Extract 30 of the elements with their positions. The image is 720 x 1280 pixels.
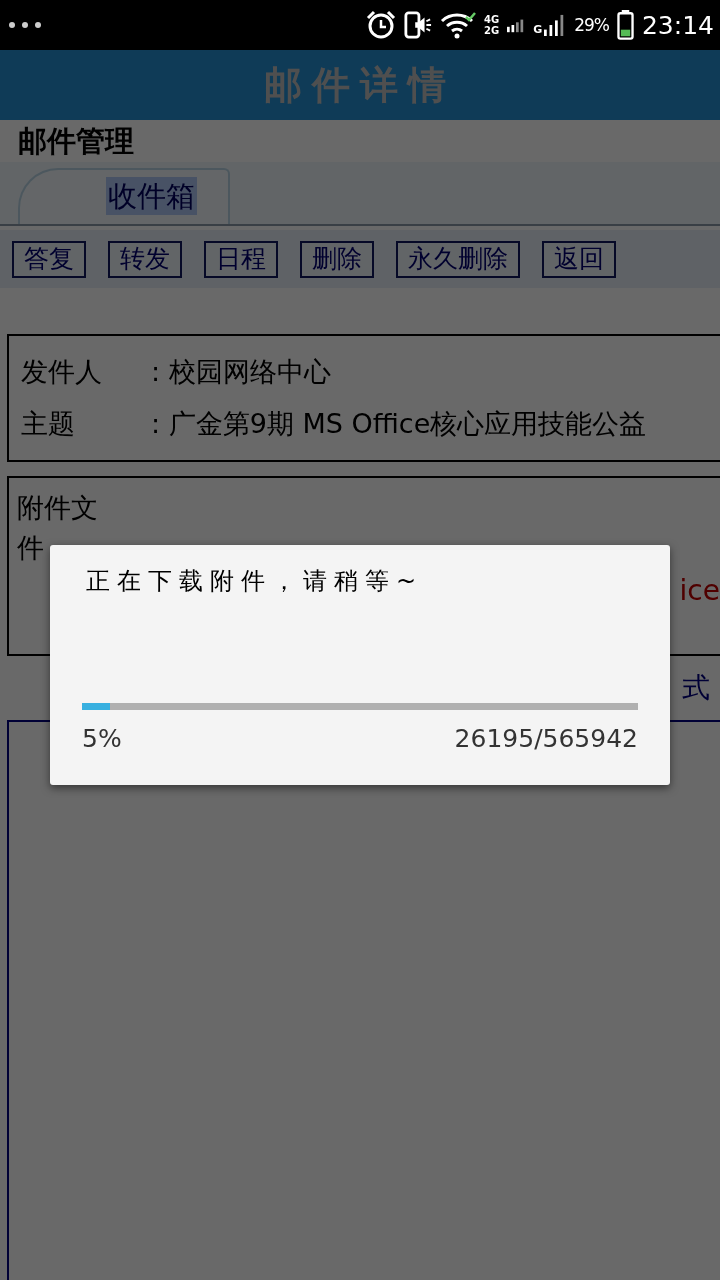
toolbar-button[interactable]: 永久删除 [396,240,520,278]
field-label: 主题 [21,407,76,441]
tab-label: 收件箱 [106,177,197,215]
field-value: : 广金第9期 MS Office核心应用技能公益 [151,407,647,441]
network-type-label: 4G [483,14,500,25]
toolbar-button[interactable]: 返回 [542,240,616,278]
section-title: 邮件管理 [17,123,135,160]
toolbar-button[interactable]: 删除 [300,240,374,278]
toolbar-button[interactable]: 日程 [204,240,278,278]
progress-percent: 5% [82,724,122,753]
field-value: : 校园网络中心 [151,355,331,389]
toolbar-button[interactable]: 转发 [108,240,182,278]
dialog-message: 正在下载附件，请稍等~ [85,566,425,597]
wifi-icon [439,11,476,39]
clock: 23:14 [641,10,714,40]
alarm-clock-icon [365,10,396,40]
battery-icon [616,10,634,40]
progress-count: 26195/565942 [454,724,638,753]
attachment-label: 附件文件 [17,491,99,565]
format-label: 式 [682,670,710,706]
toolbar-button[interactable]: 答复 [12,240,86,278]
battery-percent: 29% [574,15,609,35]
more-icon [8,21,42,29]
network-type-label: G [533,22,543,36]
phone-speaker-icon [403,10,432,40]
attachment-link[interactable]: ice [679,574,720,607]
tab[interactable]: 收件箱 [18,168,230,224]
page-title: 邮件详情 [264,61,456,109]
network-type-label: 2G [483,25,500,36]
field-label: 发件人 [21,355,103,389]
